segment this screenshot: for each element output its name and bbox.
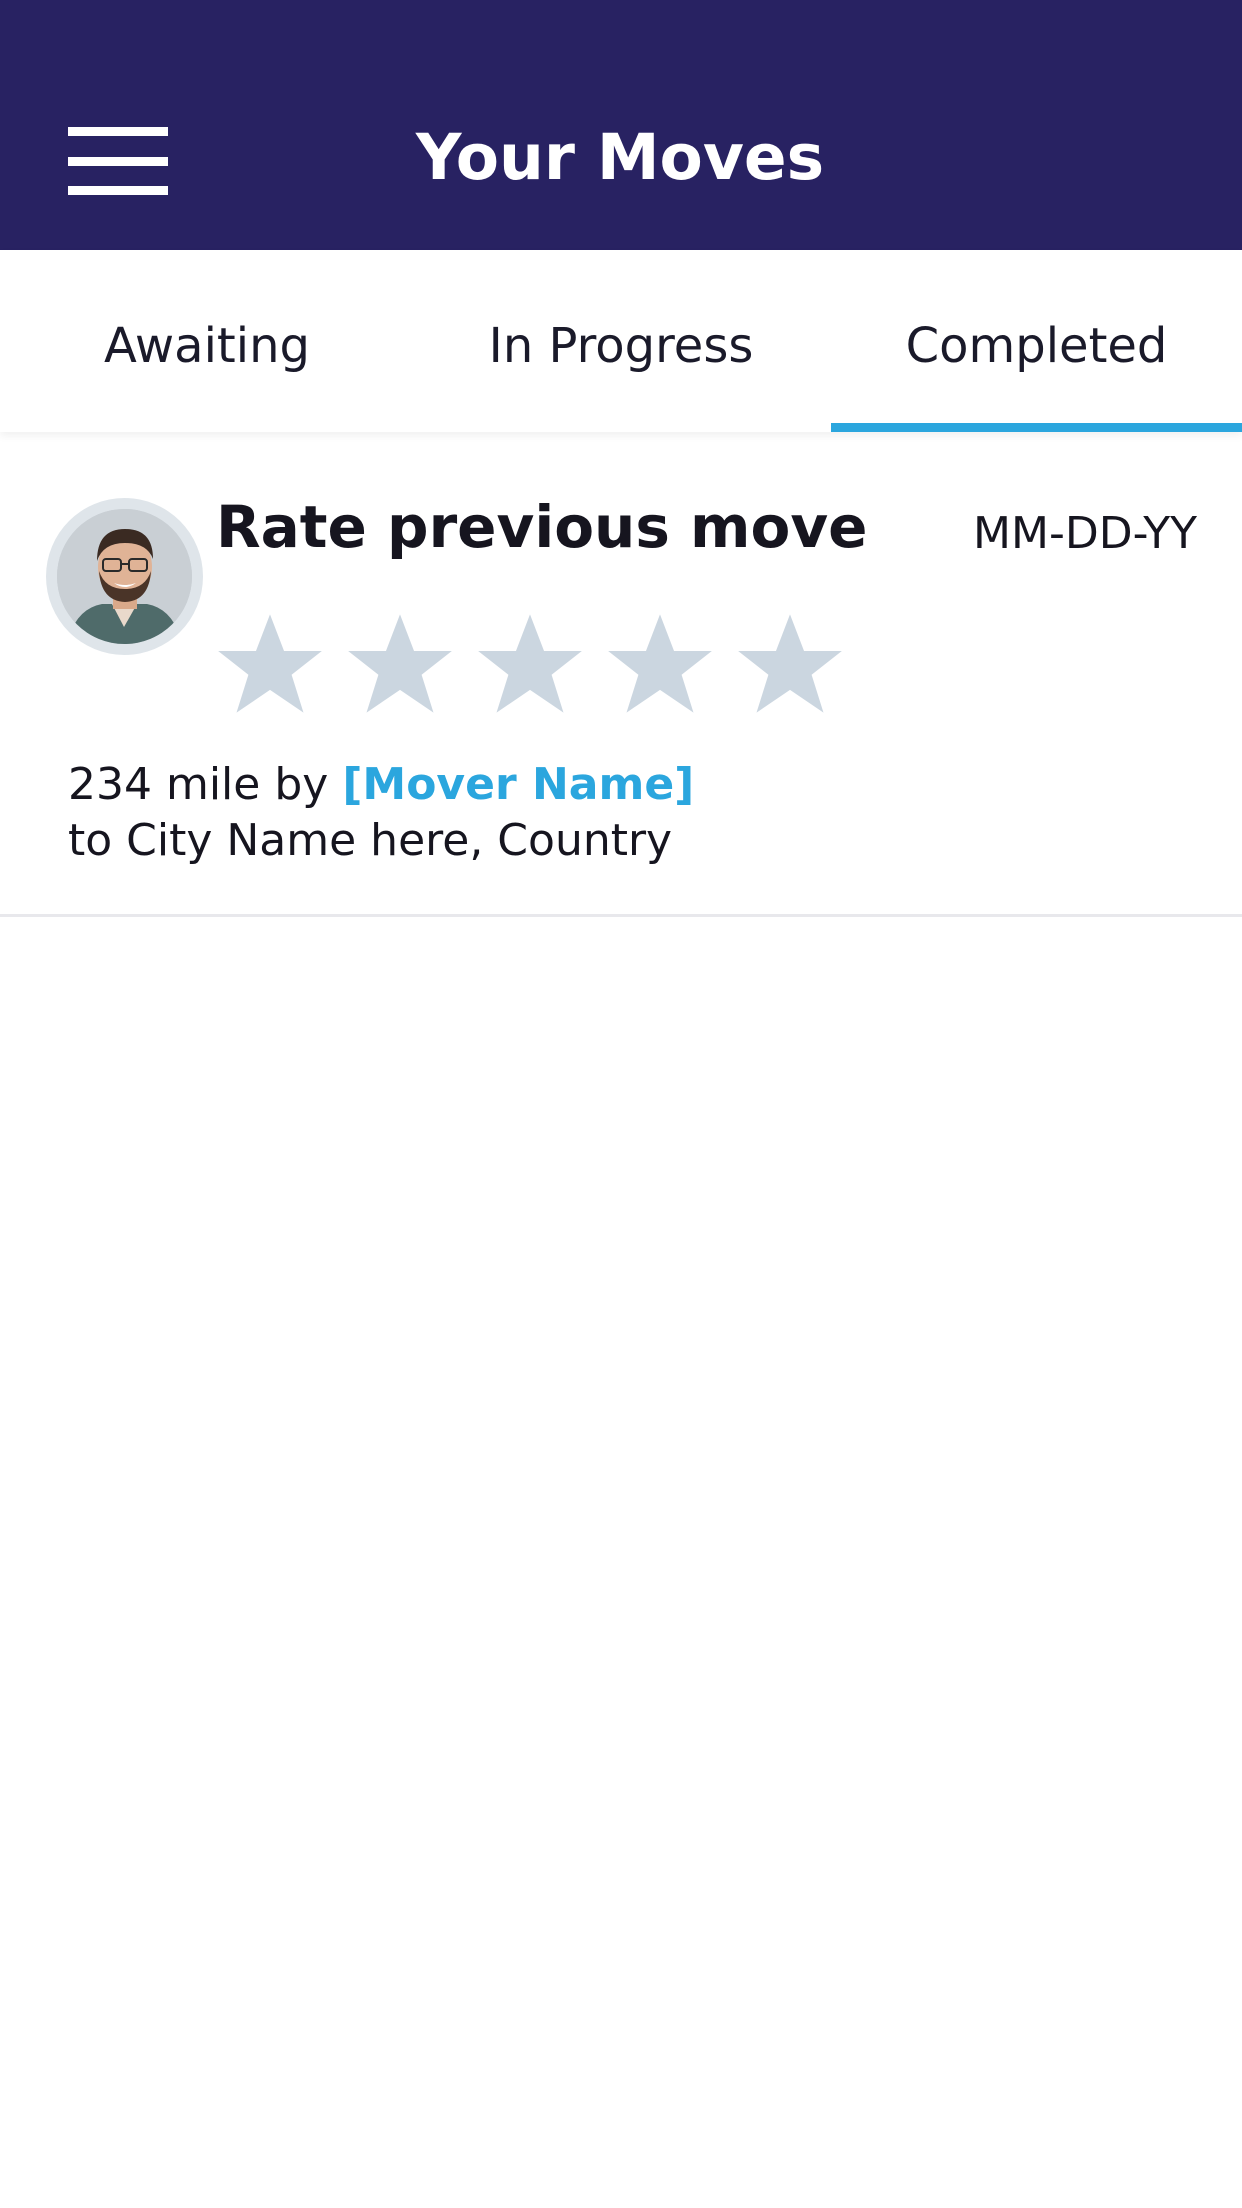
tab-bar: Awaiting In Progress Completed xyxy=(0,250,1242,432)
move-date: MM-DD-YY xyxy=(973,508,1197,559)
page-title: Your Moves xyxy=(415,121,825,194)
mover-name-link[interactable]: [Mover Name] xyxy=(342,759,694,810)
active-tab-indicator xyxy=(831,423,1242,432)
move-details: 234 mile by [Mover Name] to City Name he… xyxy=(68,757,694,869)
mover-avatar xyxy=(46,498,203,655)
star-icon[interactable] xyxy=(216,610,324,718)
user-avatar-icon xyxy=(57,509,192,644)
distance-line: 234 mile by [Mover Name] xyxy=(68,757,694,813)
star-icon[interactable] xyxy=(736,610,844,718)
star-rating[interactable] xyxy=(216,610,856,720)
distance-text: 234 mile by xyxy=(68,759,329,810)
app-header: Your Moves xyxy=(0,0,1242,250)
star-icon[interactable] xyxy=(476,610,584,718)
card-title: Rate previous move xyxy=(216,493,868,561)
destination-text: to City Name here, Country xyxy=(68,815,673,866)
star-icon[interactable] xyxy=(346,610,454,718)
tab-in-progress[interactable]: In Progress xyxy=(414,250,828,432)
move-card[interactable]: Rate previous move MM-DD-YY 234 mile by … xyxy=(0,432,1242,917)
tab-completed[interactable]: Completed xyxy=(831,250,1242,432)
star-icon[interactable] xyxy=(606,610,714,718)
tab-awaiting[interactable]: Awaiting xyxy=(0,250,414,432)
